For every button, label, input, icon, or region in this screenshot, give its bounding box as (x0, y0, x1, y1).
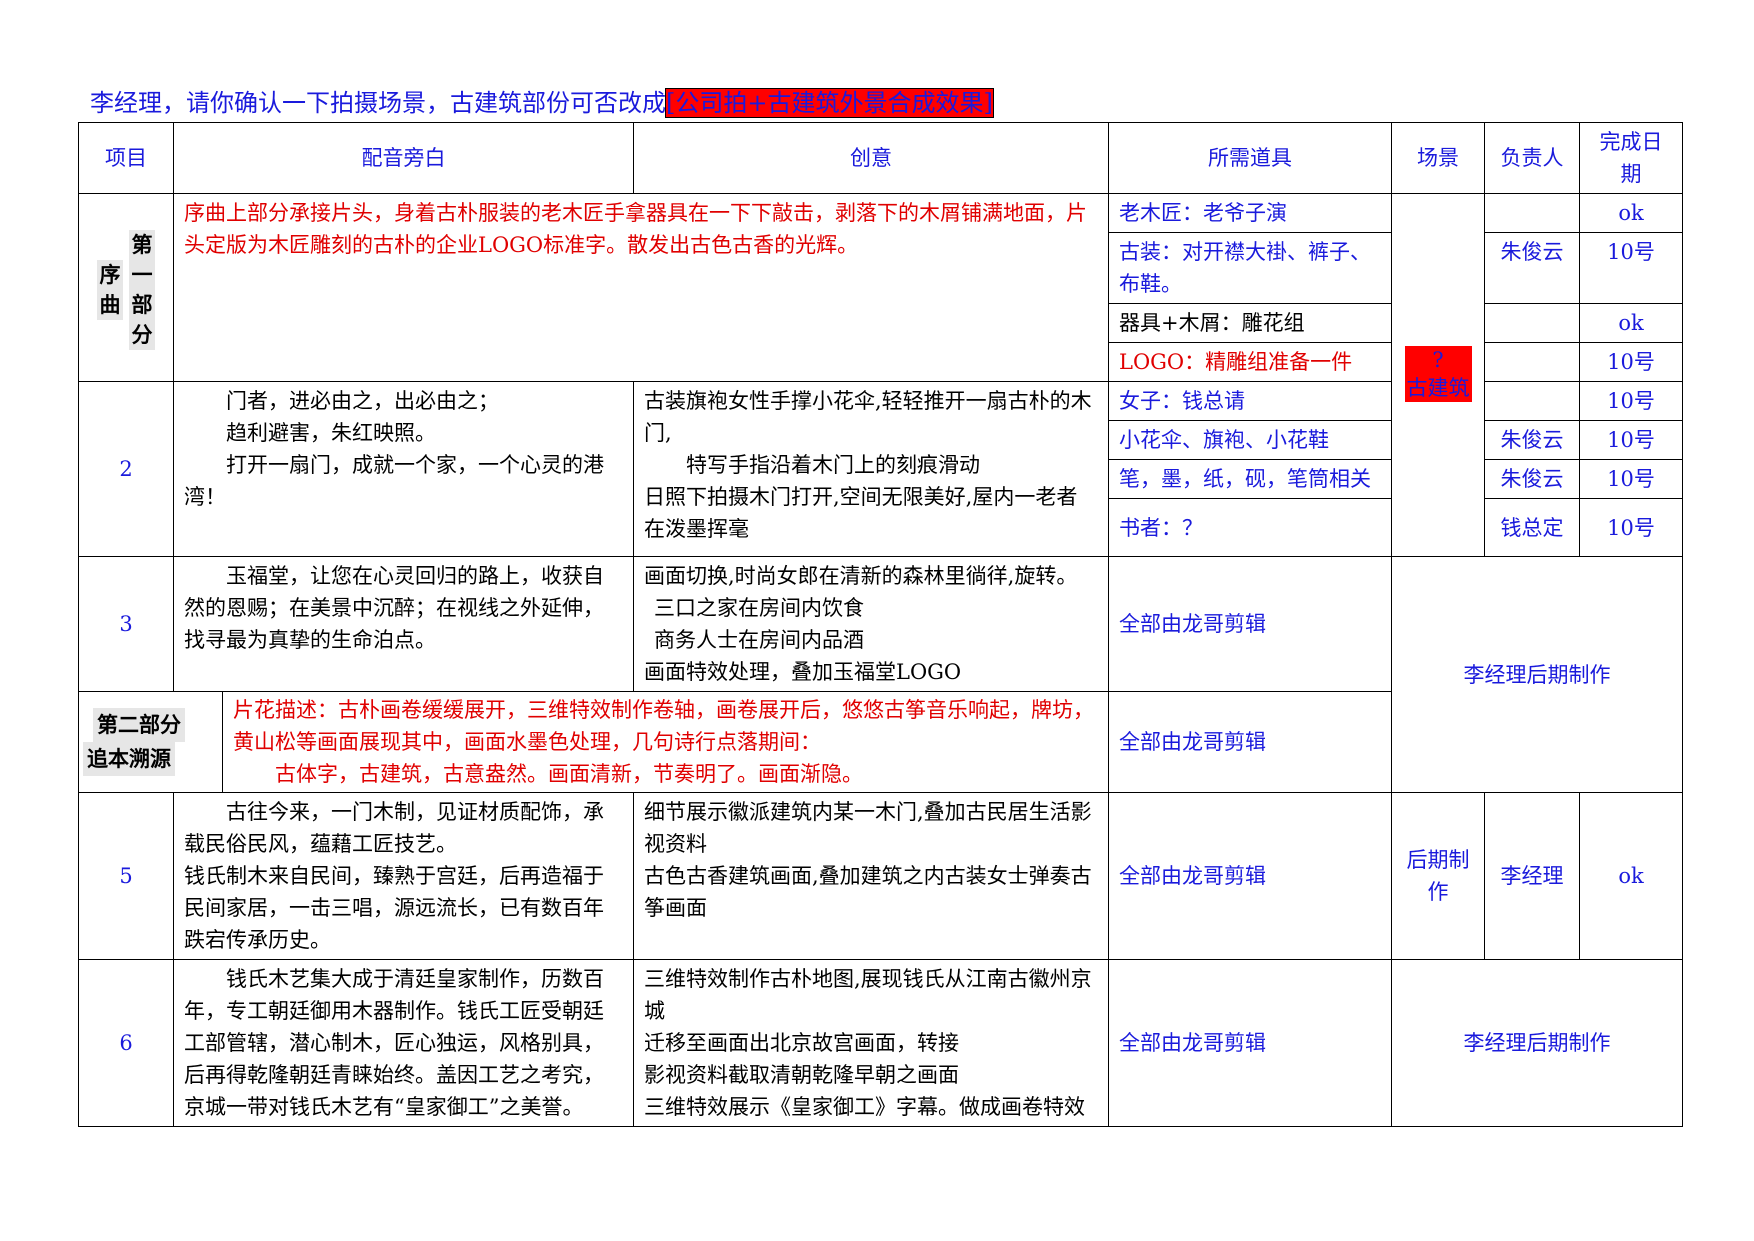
part2-label-a: 第二部分 (93, 708, 185, 742)
header-narration: 配音旁白 (173, 122, 634, 194)
row6-idea: 三维特效制作古朴地图,展现钱氏从江南古徽州京城 迁移至画面出北京故宫画面，转接 … (633, 959, 1109, 1127)
header-due: 完成日期 (1579, 122, 1683, 194)
prop-cell: 老木匠：老爷子演 (1108, 193, 1392, 233)
header-owner: 负责人 (1484, 122, 1580, 194)
prop-cell: 器具+木屑：雕花组 (1108, 303, 1392, 343)
row-number: 5 (78, 792, 174, 960)
prop-cell: 古装：对开襟大褂、裤子、布鞋。 (1108, 232, 1392, 304)
owner-cell: 朱俊云 (1484, 232, 1580, 304)
row6-narration: 钱氏木艺集大成于清廷皇家制作，历数百年，专工朝廷御用木器制作。钱氏工匠受朝廷工部… (173, 959, 634, 1127)
scene-cell: 后期制作 (1391, 792, 1485, 960)
prop-cell: LOGO：精雕组准备一件 (1108, 342, 1392, 382)
due-cell: 10号 (1579, 232, 1683, 304)
owner-cell (1484, 193, 1580, 233)
row3-idea: 画面切换,时尚女郎在清新的森林里徜徉,旋转。 三口之家在房间内饮食 商务人士在房… (633, 556, 1109, 692)
row2-idea: 古装旗袍女性手撑小花伞,轻轻推开一扇古朴的木门, 特写手指沿着木门上的刻痕滑动 … (633, 381, 1109, 557)
owner-cell (1484, 342, 1580, 382)
shooting-plan-table: 项目 配音旁白 创意 所需道具 场景 负责人 完成日期 序曲 第一部分 序曲上部… (78, 122, 1683, 1127)
due-cell: ok (1579, 193, 1683, 233)
owner-cell: 李经理 (1484, 792, 1580, 960)
page-title: 李经理，请你确认一下拍摄场景，古建筑部份可否改成[公司拍+古建筑外景合成效果] (90, 88, 994, 118)
part2-cell: 第二部分 追本溯源 片花描述：古朴画卷缓缓展开，三维特效制作卷轴，画卷展开后，悠… (78, 691, 1109, 793)
props-cell: 全部由龙哥剪辑 (1108, 556, 1392, 692)
props-cell: 全部由龙哥剪辑 (1108, 959, 1392, 1127)
prop-cell: 小花伞、旗袍、小花鞋 (1108, 420, 1392, 460)
part2-description: 片花描述：古朴画卷缓缓展开，三维特效制作卷轴，画卷展开后，悠悠古筝音乐响起，牌坊… (233, 698, 1094, 754)
due-cell: 10号 (1579, 342, 1683, 382)
scene-mark-cell: ? 古建筑 (1391, 193, 1485, 557)
scene-mark: ? 古建筑 (1404, 346, 1472, 402)
owner-cell: 朱俊云 (1484, 420, 1580, 460)
part2-label-b: 追本溯源 (83, 742, 175, 776)
title-main: 李经理，请你确认一下拍摄场景，古建筑部份可否改成 (90, 89, 666, 117)
row-number: 2 (78, 381, 174, 557)
prelude-label-b: 第一部分 (129, 230, 155, 350)
due-cell: 10号 (1579, 381, 1683, 421)
header-idea: 创意 (633, 122, 1109, 194)
header-item: 项目 (78, 122, 174, 194)
row-number: 6 (78, 959, 174, 1127)
props-cell: 全部由龙哥剪辑 (1108, 792, 1392, 960)
post-production-cell: 李经理后期制作 (1391, 556, 1683, 793)
prelude-label: 序曲 第一部分 (78, 193, 174, 382)
title-highlight: [公司拍+古建筑外景合成效果] (665, 88, 994, 118)
table-row: 5 古往今来，一门木制，见证材质配饰，承载民俗民风，蕴藉工匠技艺。 钱氏制木来自… (78, 792, 1683, 960)
due-cell: ok (1579, 792, 1683, 960)
row5-narration: 古往今来，一门木制，见证材质配饰，承载民俗民风，蕴藉工匠技艺。 钱氏制木来自民间… (173, 792, 634, 960)
owner-cell: 钱总定 (1484, 498, 1580, 557)
prop-cell: 笔，墨，纸，砚，笔筒相关 (1108, 459, 1392, 499)
row5-idea: 细节展示徽派建筑内某一木门,叠加古民居生活影视资料 古色古香建筑画面,叠加建筑之… (633, 792, 1109, 960)
part2-description-2: 古体字，古建筑，古意盎然。画面清新，节奏明了。画面渐隐。 (275, 762, 863, 786)
row3-narration: 玉福堂，让您在心灵回归的路上，收获自然的恩赐；在美景中沉醉；在视线之外延伸，找寻… (173, 556, 634, 692)
due-cell: 10号 (1579, 498, 1683, 557)
owner-cell (1484, 381, 1580, 421)
row-number: 3 (78, 556, 174, 692)
post-production-cell: 李经理后期制作 (1391, 959, 1683, 1127)
table-row: 3 玉福堂，让您在心灵回归的路上，收获自然的恩赐；在美景中沉醉；在视线之外延伸，… (78, 556, 1683, 793)
prop-cell: 女子：钱总请 (1108, 381, 1392, 421)
header-row: 项目 配音旁白 创意 所需道具 场景 负责人 完成日期 (78, 122, 1683, 194)
due-cell: 10号 (1579, 459, 1683, 499)
row2-narration: 门者，进必由之，出必由之； 趋利避害，朱红映照。 打开一扇门，成就一个家，一个心… (173, 381, 634, 557)
header-props: 所需道具 (1108, 122, 1392, 194)
owner-cell: 朱俊云 (1484, 459, 1580, 499)
due-cell: 10号 (1579, 420, 1683, 460)
header-scene: 场景 (1391, 122, 1485, 194)
table-row: 序曲 第一部分 序曲上部分承接片头，身着古朴服装的老木匠手拿器具在一下下敲击，剥… (78, 193, 1683, 557)
prelude-description: 序曲上部分承接片头，身着古朴服装的老木匠手拿器具在一下下敲击，剥落下的木屑铺满地… (173, 193, 1109, 382)
due-cell: ok (1579, 303, 1683, 343)
table-row: 6 钱氏木艺集大成于清廷皇家制作，历数百年，专工朝廷御用木器制作。钱氏工匠受朝廷… (78, 959, 1683, 1127)
owner-cell (1484, 303, 1580, 343)
prop-cell: 书者：？ (1108, 498, 1392, 557)
props-cell: 全部由龙哥剪辑 (1108, 691, 1392, 793)
prelude-label-a: 序曲 (97, 260, 123, 320)
